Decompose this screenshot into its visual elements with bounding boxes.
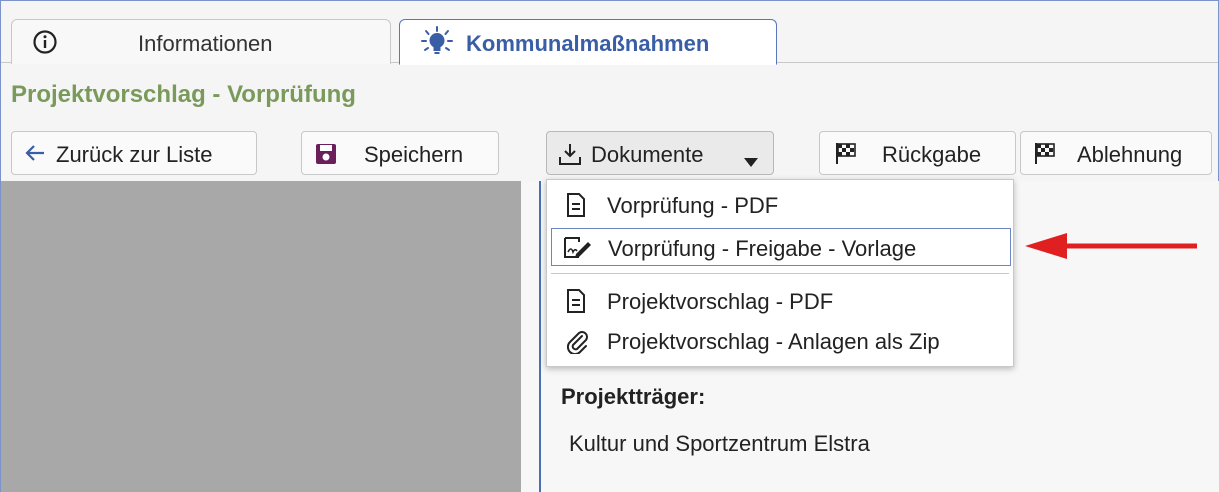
projekttraeger-label: Projektträger: xyxy=(561,384,706,409)
document-icon xyxy=(565,288,587,320)
lightbulb-icon xyxy=(420,26,454,64)
tab-kommunalmassnahmen[interactable]: Kommunalmaßnahmen xyxy=(399,19,777,65)
info-circle-icon xyxy=(32,29,58,61)
paperclip-icon xyxy=(565,328,589,360)
panel-divider xyxy=(539,181,541,492)
checkered-flag-icon xyxy=(1033,141,1057,171)
menu-item-projektvorschlag-anlagen-zip[interactable]: Projektvorschlag - Anlagen als Zip xyxy=(551,322,1011,360)
documents-dropdown-button[interactable]: Dokumente xyxy=(546,131,774,175)
save-button[interactable]: Speichern xyxy=(301,131,499,175)
menu-item-label: Vorprüfung - PDF xyxy=(607,193,779,218)
menu-item-label: Vorprüfung - Freigabe - Vorlage xyxy=(608,236,917,261)
checkered-flag-icon xyxy=(834,141,858,171)
ablehnung-label: Ablehnung xyxy=(1077,142,1183,167)
menu-separator xyxy=(551,273,1009,274)
download-icon xyxy=(557,141,583,173)
menu-item-label: Projektvorschlag - PDF xyxy=(607,289,834,314)
floppy-disk-icon xyxy=(314,142,338,172)
menu-item-label: Projektvorschlag - Anlagen als Zip xyxy=(607,329,940,354)
app-window: Informationen Kommunalmaßnahmen Projektv… xyxy=(0,0,1219,492)
preview-panel xyxy=(1,181,521,492)
ablehnung-button[interactable]: Ablehnung xyxy=(1020,131,1212,175)
save-label: Speichern xyxy=(364,142,464,167)
menu-item-vorpruefung-pdf[interactable]: Vorprüfung - PDF xyxy=(551,186,1011,224)
rueckgabe-button[interactable]: Rückgabe xyxy=(819,131,1016,175)
tab-label: Informationen xyxy=(138,31,273,56)
menu-item-vorpruefung-freigabe-vorlage[interactable]: Vorprüfung - Freigabe - Vorlage xyxy=(551,228,1011,266)
tab-bar: Informationen Kommunalmaßnahmen xyxy=(1,1,1218,65)
projekttraeger-value: Kultur und Sportzentrum Elstra xyxy=(569,431,870,456)
tab-label: Kommunalmaßnahmen xyxy=(466,31,710,56)
back-label: Zurück zur Liste xyxy=(56,142,213,167)
documents-label: Dokumente xyxy=(591,142,704,167)
documents-menu: Vorprüfung - PDF Vorprüfung - Freigabe -… xyxy=(546,179,1014,367)
page-title: Projektvorschlag - Vorprüfung xyxy=(11,81,356,108)
arrow-left-icon xyxy=(24,142,46,170)
rueckgabe-label: Rückgabe xyxy=(882,142,982,167)
document-icon xyxy=(565,192,587,224)
signature-icon xyxy=(562,234,592,266)
back-to-list-button[interactable]: Zurück zur Liste xyxy=(11,131,257,175)
menu-item-projektvorschlag-pdf[interactable]: Projektvorschlag - PDF xyxy=(551,282,1011,320)
tab-informationen[interactable]: Informationen xyxy=(11,19,391,64)
caret-down-icon xyxy=(743,149,759,175)
annotation-arrow-icon xyxy=(1021,231,1201,266)
